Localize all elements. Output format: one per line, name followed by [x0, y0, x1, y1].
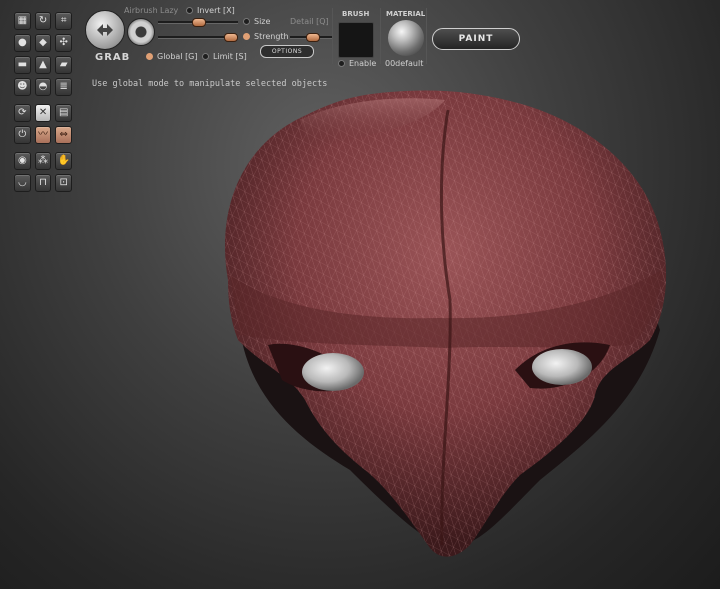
brush-swatch[interactable]	[338, 22, 374, 58]
close-box-icon[interactable]: ✕	[34, 104, 52, 122]
lazy-label: Lazy	[160, 6, 179, 15]
strength-label: Strength	[254, 32, 289, 41]
options-button[interactable]: OPTIONS	[260, 45, 314, 58]
divider	[380, 8, 381, 64]
brush-enable-toggle[interactable]: Enable	[338, 59, 376, 68]
divider	[426, 8, 427, 64]
tool-name-label: GRAB	[95, 52, 131, 63]
refresh-icon[interactable]: ⟳	[14, 104, 31, 122]
invert-label: Invert [X]	[197, 6, 235, 15]
grab-arrows-icon	[97, 24, 113, 36]
grid-icon[interactable]: ▤	[55, 104, 73, 122]
arrows-icon[interactable]: ⇔	[55, 126, 73, 144]
detail-slider[interactable]	[290, 33, 332, 42]
invert-toggle[interactable]: Invert [X]	[186, 6, 235, 15]
mesh-icon[interactable]: ✣	[55, 34, 73, 52]
size-slider[interactable]	[158, 18, 238, 27]
material-name: 00default	[385, 59, 424, 68]
hint-text: Use global mode to manipulate selected o…	[92, 79, 328, 89]
material-heading: MATERIAL	[386, 10, 426, 18]
paint-button[interactable]: PAINT	[432, 28, 520, 50]
limit-label: Limit [S]	[213, 52, 247, 61]
sphere-icon[interactable]: ●	[14, 34, 31, 52]
flatten-icon[interactable]: ⊓	[34, 174, 52, 192]
brush-heading: BRUSH	[342, 10, 370, 18]
limit-toggle[interactable]: Limit [S]	[202, 52, 247, 61]
brush-enable-radio[interactable]	[338, 60, 345, 67]
select-icon[interactable]: ▦	[14, 12, 31, 30]
invert-radio[interactable]	[186, 7, 193, 14]
blob-icon[interactable]: ◆	[34, 34, 52, 52]
brush-enable-label: Enable	[349, 59, 377, 68]
strength-toggle[interactable]: Strength	[243, 32, 289, 41]
terrain-icon[interactable]: ◓	[34, 78, 52, 96]
size-label: Size	[254, 17, 271, 26]
crop-icon[interactable]: ⌗	[55, 12, 73, 30]
divider	[332, 8, 333, 64]
head-mesh	[224, 90, 667, 557]
detail-slider-handle[interactable]	[306, 33, 320, 42]
global-label: Global [G]	[157, 52, 198, 61]
move-icon[interactable]: ▰	[55, 56, 73, 74]
global-toggle[interactable]: Global [G]	[146, 52, 198, 61]
grab-tool-button[interactable]	[85, 10, 125, 50]
ball-icon[interactable]: ◉	[14, 152, 31, 170]
global-radio[interactable]	[146, 53, 153, 60]
rotate-icon[interactable]: ↻	[34, 12, 52, 30]
wave-icon[interactable]: 〰	[34, 126, 52, 144]
strength-radio[interactable]	[243, 33, 250, 40]
sculpt-icon[interactable]: ▲	[34, 56, 52, 74]
bowl-icon[interactable]: ◡	[14, 174, 31, 192]
layers-icon[interactable]: ≣	[55, 78, 73, 96]
person-icon[interactable]: ☻	[14, 78, 31, 96]
strength-slider[interactable]	[158, 33, 238, 42]
airbrush-label[interactable]: Airbrush	[124, 6, 158, 15]
cylinder-icon[interactable]: ⊡	[55, 174, 73, 192]
right-eye	[532, 349, 592, 385]
tool-palette: ▦ ↻ ⌗ ● ◆ ✣ ▬ ▲ ▰ ☻ ◓ ≣ ⟳ ✕ ▤ ⏻ 〰 ⇔ ◉ ⁂ …	[14, 12, 73, 196]
material-sphere[interactable]	[388, 20, 424, 56]
size-toggle[interactable]: Size	[243, 17, 270, 26]
left-eye	[302, 353, 364, 391]
size-radio[interactable]	[243, 18, 250, 25]
strength-slider-handle[interactable]	[224, 33, 238, 42]
detail-label: Detail [Q]	[290, 17, 329, 26]
dots-icon[interactable]: ⁂	[34, 152, 52, 170]
power-icon[interactable]: ⏻	[14, 126, 31, 144]
grab-icon[interactable]: ✋	[55, 152, 73, 170]
size-slider-handle[interactable]	[192, 18, 206, 27]
lazy-knob[interactable]	[127, 18, 155, 46]
limit-radio[interactable]	[202, 53, 209, 60]
smooth-icon[interactable]: ▬	[14, 56, 31, 74]
